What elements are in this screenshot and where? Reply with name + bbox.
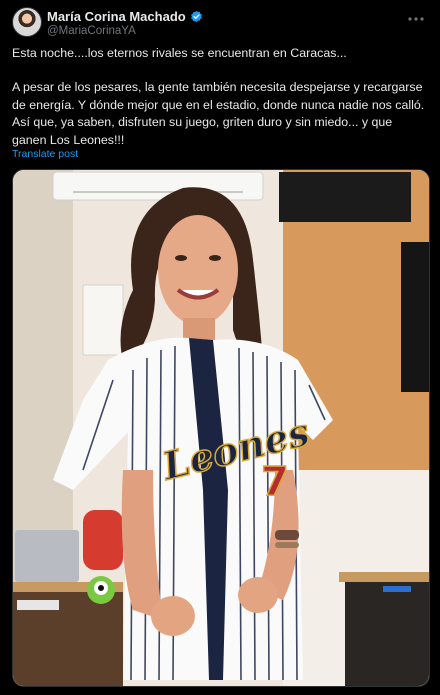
post-text-line-1: Esta noche....los eternos rivales se enc… [12, 46, 347, 60]
photo-illustration: Leones 7 [13, 170, 429, 686]
more-icon[interactable] [404, 10, 428, 28]
author-display-name[interactable]: María Corina Machado [47, 9, 186, 24]
avatar[interactable] [12, 7, 42, 37]
post-header: María Corina Machado @MariaCorinaYA [12, 6, 428, 40]
post-photo[interactable]: Leones 7 [12, 169, 430, 687]
translate-post-link[interactable]: Translate post [12, 148, 78, 160]
author-name-row: María Corina Machado [47, 9, 203, 24]
post-card: María Corina Machado @MariaCorinaYA Esta… [0, 0, 440, 695]
jersey-number: 7 [261, 459, 289, 505]
author-handle[interactable]: @MariaCorinaYA [47, 25, 136, 37]
verified-badge-icon [190, 10, 203, 23]
post-text-paragraph-2: A pesar de los pesares, la gente también… [12, 80, 425, 147]
